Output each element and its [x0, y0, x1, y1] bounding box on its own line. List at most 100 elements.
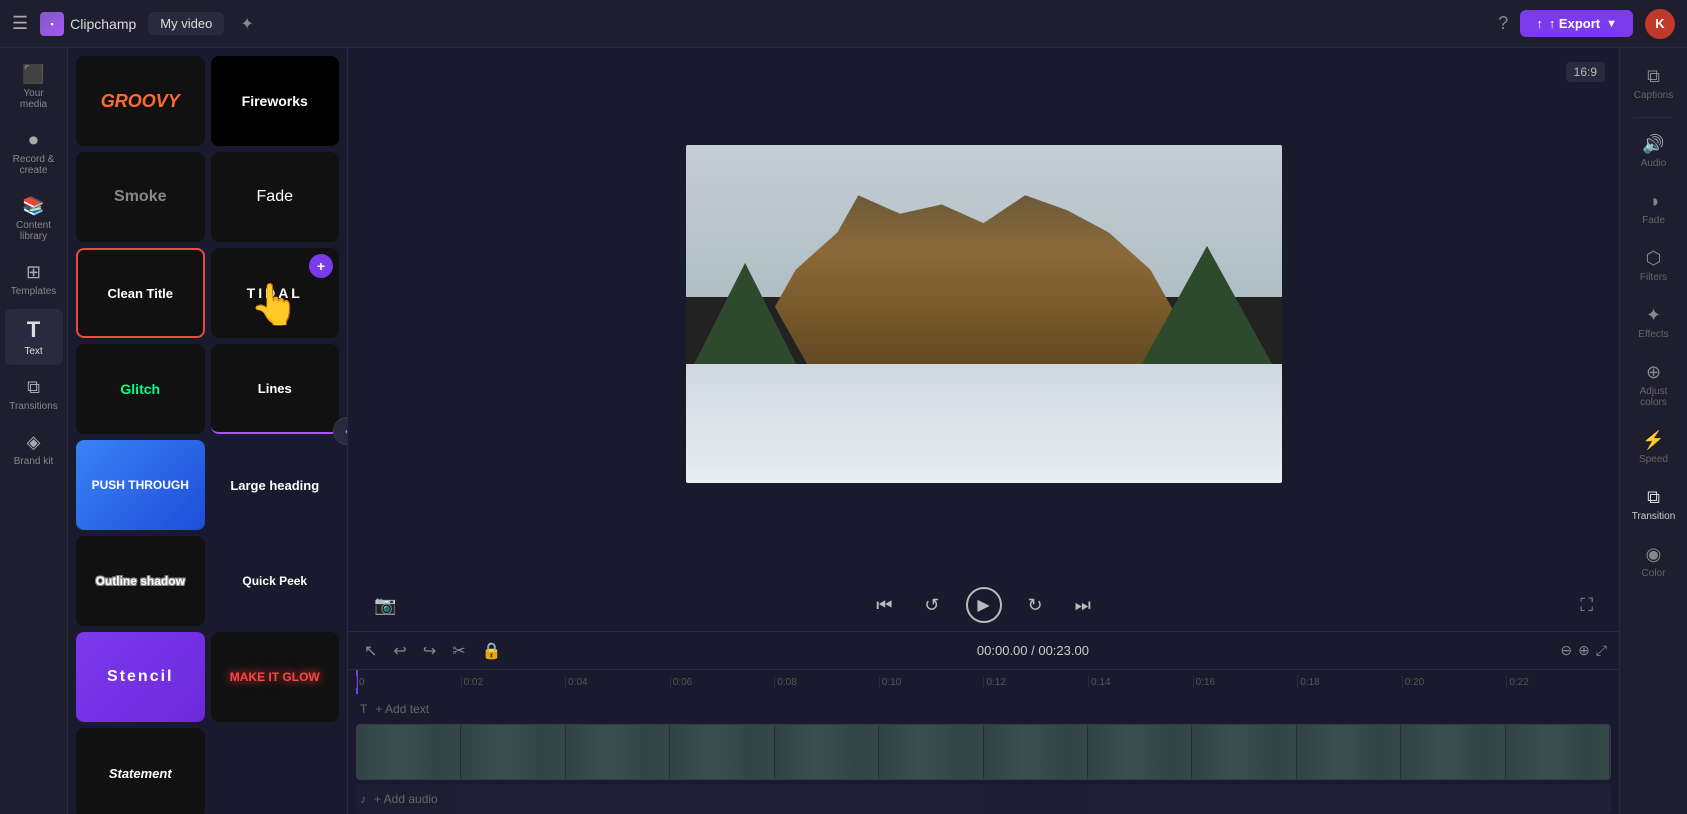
right-sidebar-divider-1 — [1634, 117, 1674, 118]
select-tool-button[interactable]: ↖ — [360, 637, 381, 665]
undo-button[interactable]: ↩ — [389, 637, 410, 665]
tidal-label: TIDAL — [243, 281, 307, 305]
text-card-tidal[interactable]: TIDAL + 👆 — [211, 248, 340, 338]
text-card-fade[interactable]: Fade + — [211, 152, 340, 242]
ruler-mark-2: 0:02 — [461, 676, 566, 688]
right-tool-adjust-colors[interactable]: ⊕ Adjust colors — [1625, 352, 1683, 418]
text-card-statement[interactable]: Statement + — [76, 728, 205, 814]
cut-button[interactable]: ✂ — [448, 637, 469, 665]
text-card-fireworks[interactable]: Fireworks + — [211, 56, 340, 146]
timeline-toolbar: ↖ ↩ ↪ ✂ 🔒 00:00.00 / 00:23.00 ⊖ ⊕ ⤢ — [348, 632, 1619, 670]
filters-label: Filters — [1640, 272, 1667, 283]
ruler-marks: 0 0:02 0:04 0:06 0:08 0:10 0:12 0:14 0:1… — [356, 676, 1611, 688]
text-card-clean-title[interactable]: Clean Title + — [76, 248, 205, 338]
text-card-large-heading[interactable]: Large heading + — [211, 440, 340, 530]
text-card-quick-peek[interactable]: Quick Peek + — [211, 536, 340, 626]
right-tool-speed[interactable]: ⚡ Speed — [1625, 420, 1683, 475]
export-label: ↑ Export — [1549, 16, 1600, 31]
brand-kit-icon: ◈ — [27, 432, 41, 453]
track-thumbnail-7 — [984, 725, 1088, 779]
templates-icon: ⊞ — [26, 262, 41, 283]
text-card-outline-shadow[interactable]: Outline shadow + — [76, 536, 205, 626]
track-thumbnail-6 — [879, 725, 983, 779]
sidebar-item-brand-kit[interactable]: ◈ Brand kit — [5, 424, 63, 475]
add-audio-row[interactable]: ♪ + Add audio — [356, 784, 1611, 814]
sidebar-item-content-library[interactable]: 📚 Content library — [5, 188, 63, 250]
text-card-stencil[interactable]: Stencil + — [76, 632, 205, 722]
rewind-button[interactable]: ↺ — [918, 589, 945, 622]
lock-button[interactable]: 🔒 — [478, 637, 506, 665]
zoom-in-button[interactable]: ⊕ — [1578, 642, 1590, 659]
filters-icon: ⬡ — [1646, 248, 1662, 269]
sidebar-item-record[interactable]: ⏺ Record & create — [5, 122, 63, 184]
fade-icon: ◑ — [1648, 191, 1659, 212]
forward-button[interactable]: ↻ — [1022, 589, 1049, 622]
make-it-glow-label: MAKE IT GLOW — [226, 666, 324, 688]
zoom-controls: ⊖ ⊕ ⤢ — [1560, 642, 1607, 659]
lines-label: Lines — [254, 377, 296, 400]
avatar[interactable]: K — [1645, 9, 1675, 39]
timeline-ruler: 0 0:02 0:04 0:06 0:08 0:10 0:12 0:14 0:1… — [348, 670, 1619, 694]
right-tool-color[interactable]: ◉ Color — [1625, 534, 1683, 589]
transition-icon: ⧉ — [1647, 487, 1660, 508]
ruler-mark-6: 0:06 — [670, 676, 775, 688]
content-library-label: Content library — [11, 220, 57, 242]
add-text-label: + Add text — [375, 702, 429, 716]
add-tidal-button[interactable]: + — [309, 254, 333, 278]
text-card-smoke[interactable]: Smoke + — [76, 152, 205, 242]
right-tool-audio[interactable]: 🔊 Audio — [1625, 124, 1683, 179]
fullscreen-button[interactable]: ⛶ — [1574, 589, 1599, 622]
track-thumbnail-5 — [775, 725, 879, 779]
play-button[interactable]: ▶ — [966, 587, 1002, 623]
text-card-groovy[interactable]: GROOVY + — [76, 56, 205, 146]
ruler-mark-22: 0:22 — [1506, 676, 1611, 688]
skip-back-button[interactable]: ⏮ — [870, 589, 898, 622]
right-tool-captions[interactable]: ⧉ Captions — [1625, 56, 1683, 111]
glitch-label: Glitch — [116, 377, 164, 401]
right-tool-filters[interactable]: ⬡ Filters — [1625, 238, 1683, 293]
sidebar-item-templates[interactable]: ⊞ Templates — [5, 254, 63, 305]
video-title[interactable]: My video — [148, 12, 224, 35]
right-tool-effects[interactable]: ✦ Effects — [1625, 295, 1683, 350]
record-icon: ⏺ — [29, 130, 38, 151]
fit-zoom-button[interactable]: ⤢ — [1596, 642, 1607, 659]
logo-text: Clipchamp — [70, 16, 136, 32]
zoom-out-button[interactable]: ⊖ — [1560, 642, 1572, 659]
audio-icon: 🔊 — [1642, 134, 1664, 155]
left-navigation: ⬛ Your media ⏺ Record & create 📚 Content… — [0, 48, 68, 814]
add-audio-label: + Add audio — [374, 792, 438, 806]
text-icon: T — [27, 317, 40, 343]
screenshot-button[interactable]: 📷 — [368, 589, 402, 622]
menu-icon[interactable]: ☰ — [12, 13, 28, 34]
text-card-lines[interactable]: Lines + — [211, 344, 340, 434]
adjust-colors-label: Adjust colors — [1631, 386, 1677, 408]
playback-controls: 📷 ⏮ ↺ ▶ ↻ ⏭ ⛶ — [348, 579, 1619, 631]
ai-icon[interactable]: ✦ — [240, 14, 253, 34]
track-thumbnail-1 — [357, 725, 461, 779]
main-layout: ⬛ Your media ⏺ Record & create 📚 Content… — [0, 48, 1687, 814]
timeline-tracks: T + Add text — [348, 694, 1619, 814]
redo-button[interactable]: ↪ — [419, 637, 440, 665]
video-track[interactable] — [356, 724, 1611, 780]
add-text-row[interactable]: T + Add text — [356, 694, 1611, 724]
text-card-push-through[interactable]: PUSH THROUGH + — [76, 440, 205, 530]
sidebar-item-your-media[interactable]: ⬛ Your media — [5, 56, 63, 118]
mountain-scene — [686, 145, 1282, 483]
your-media-icon: ⬛ — [22, 64, 44, 85]
text-card-glitch[interactable]: Glitch + — [76, 344, 205, 434]
aspect-ratio-badge[interactable]: 16:9 — [1566, 62, 1605, 82]
skip-forward-button[interactable]: ⏭ — [1069, 589, 1097, 622]
export-button[interactable]: ↑ ↑ Export ▼ — [1520, 10, 1633, 37]
ruler-mark-0: 0 — [356, 676, 461, 688]
sidebar-item-transitions[interactable]: ⧉ Transitions — [5, 369, 63, 420]
help-icon[interactable]: ? — [1498, 13, 1508, 34]
right-tool-transition[interactable]: ⧉ Transition — [1625, 477, 1683, 532]
right-tool-fade[interactable]: ◑ Fade — [1625, 181, 1683, 236]
text-card-make-it-glow[interactable]: MAKE IT GLOW + — [211, 632, 340, 722]
topbar: ☰ ▪ Clipchamp My video ✦ ? ↑ ↑ Export ▼ … — [0, 0, 1687, 48]
transitions-label: Transitions — [9, 401, 58, 412]
sidebar-item-text[interactable]: T Text — [5, 309, 63, 365]
timeline-area: ↖ ↩ ↪ ✂ 🔒 00:00.00 / 00:23.00 ⊖ ⊕ ⤢ 0 0:… — [348, 631, 1619, 814]
video-preview-area: 16:9 — [348, 48, 1619, 579]
right-sidebar: ⧉ Captions 🔊 Audio ◑ Fade ⬡ Filters ✦ Ef… — [1619, 48, 1687, 814]
